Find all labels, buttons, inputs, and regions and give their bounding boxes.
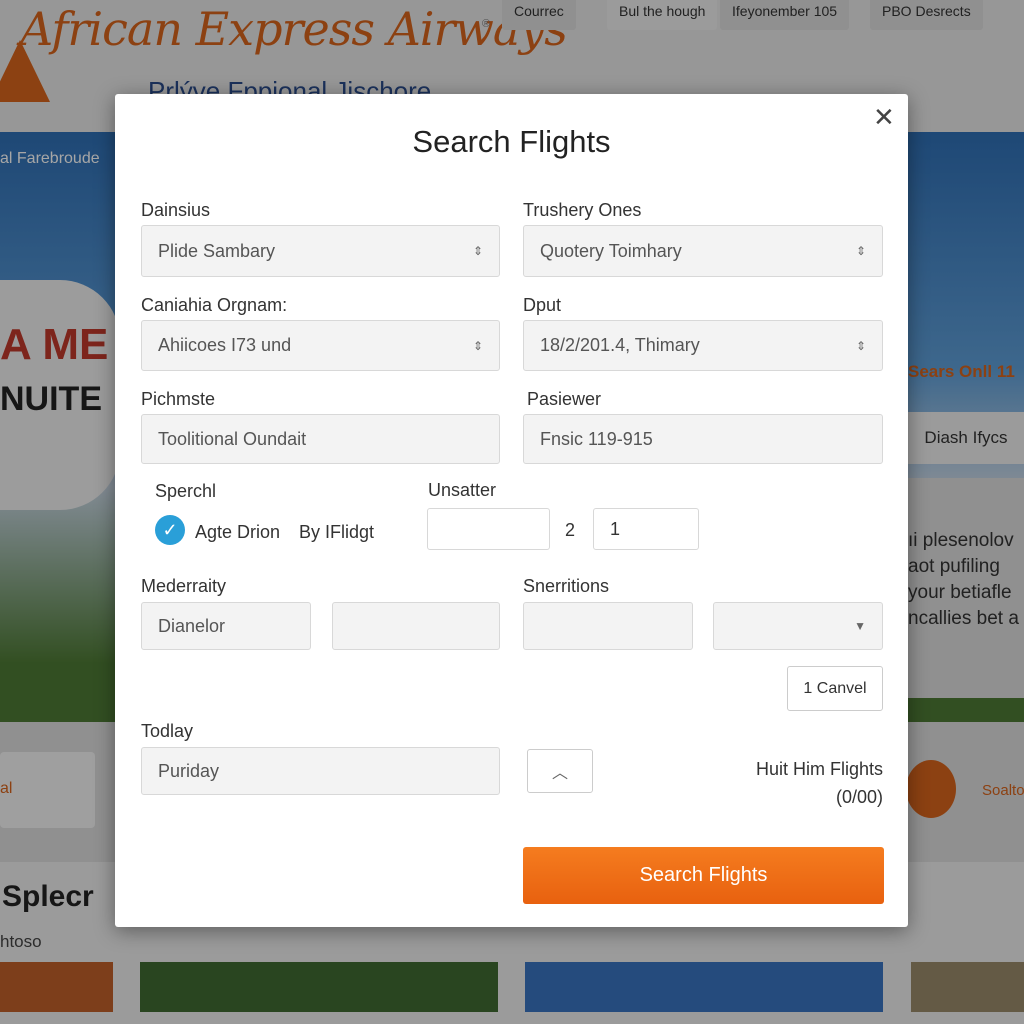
field-value: 18/2/201.4, Thimary <box>540 335 700 355</box>
passenger-input-1[interactable] <box>427 508 550 550</box>
chevron-updown-icon: ⇕ <box>472 338 483 353</box>
text-field-9[interactable] <box>523 602 693 650</box>
chevron-up-icon[interactable]: ︿ <box>527 749 593 793</box>
field-label: Dput <box>523 295 562 315</box>
passenger-separator: 2 <box>565 520 576 540</box>
field-value: 1 <box>610 518 621 539</box>
field-label: Pichmste <box>141 389 216 409</box>
text-field-today[interactable]: Puriday <box>141 747 500 795</box>
caret-down-icon: ▼ <box>854 619 866 633</box>
close-icon[interactable]: ✕ <box>873 102 895 133</box>
chevron-updown-icon: ⇕ <box>855 244 866 258</box>
field-label: Pasiewer <box>527 389 602 409</box>
field-label: Snerritions <box>523 576 610 596</box>
field-value: Quotery Toimhary <box>540 240 682 261</box>
field-label: Trushery Ones <box>523 200 642 220</box>
field-value: Dianelor <box>158 615 226 636</box>
field-value: Fnsic 119-915 <box>540 428 653 449</box>
hint-count: (0/00) <box>835 787 883 807</box>
text-field-8[interactable] <box>332 602 500 650</box>
field-value: Puriday <box>158 760 220 781</box>
text-field-6[interactable]: Fnsic 119-915 <box>523 414 883 464</box>
text-field-5[interactable]: Toolitional Oundait <box>141 414 500 464</box>
select-field-10[interactable]: ▼ <box>713 602 883 650</box>
date-field[interactable]: 18/2/201.4, Thimary ⇕ <box>523 320 883 371</box>
search-flights-button[interactable]: Search Flights <box>523 847 884 904</box>
option-extra[interactable]: By IFlidgt <box>299 522 374 543</box>
select-field-1[interactable]: Plide Sambary ⇕ <box>141 225 500 277</box>
field-label: Dainsius <box>141 200 211 220</box>
select-field-2[interactable]: Quotery Toimhary ⇕ <box>523 225 883 277</box>
field-value: Toolitional Oundait <box>158 428 307 449</box>
hint-text: Huit Him Flights <box>755 759 883 779</box>
checkmark-icon[interactable]: ✓ <box>155 515 185 545</box>
chevron-updown-icon: ⇕ <box>855 338 866 353</box>
modal-title: Search Flights <box>412 124 611 159</box>
checkbox-label[interactable]: Agte Drion <box>195 522 280 543</box>
field-label: Todlay <box>141 721 194 741</box>
field-value: Ahiicoes I73 und <box>158 335 292 355</box>
field-label: Caniahia Orgnam: <box>141 295 288 315</box>
text-field-7[interactable]: Dianelor <box>141 602 311 650</box>
field-value: Plide Sambary <box>158 240 276 261</box>
cancel-button[interactable]: 1 Canvel <box>787 666 883 711</box>
chevron-updown-icon: ⇕ <box>472 244 483 258</box>
passengers-label: Unsatter <box>428 480 497 500</box>
search-flights-modal: Search Flights ✕ Dainsius Plide Sambary ⇕… <box>115 94 908 927</box>
passenger-input-2[interactable]: 1 <box>593 508 699 550</box>
select-field-3[interactable]: Ahiicoes I73 und ⇕ <box>141 320 500 371</box>
field-label: Mederraity <box>141 576 227 596</box>
options-label: Sperchl <box>155 481 217 501</box>
